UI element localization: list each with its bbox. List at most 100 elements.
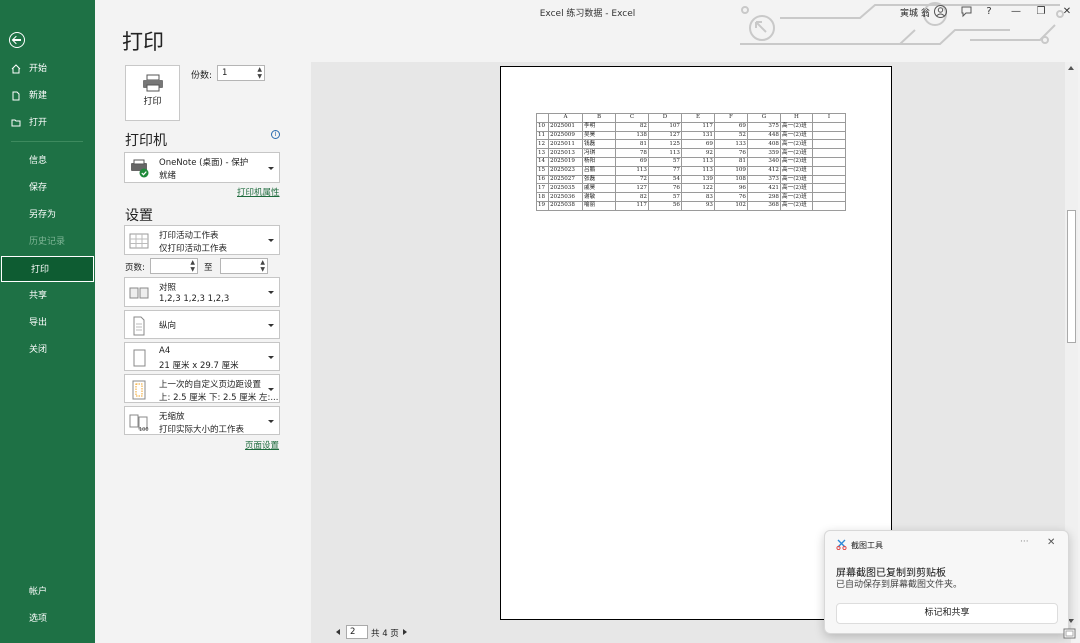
- print-button[interactable]: 打印: [125, 65, 180, 121]
- table-cell: 93: [681, 200, 715, 211]
- prev-page-icon[interactable]: [336, 629, 340, 635]
- table-cell: 19: [536, 200, 549, 211]
- page-setup-link[interactable]: 页面设置: [245, 439, 279, 451]
- nav-save[interactable]: 保存: [0, 175, 95, 201]
- margins-desc: 上: 2.5 厘米 下: 2.5 厘米 左:...: [159, 393, 279, 403]
- table-cell: 15: [536, 165, 549, 176]
- chevron-down-icon: [268, 167, 274, 170]
- orientation-select[interactable]: 纵向: [124, 310, 280, 339]
- table-cell: [812, 192, 846, 202]
- print-what-title: 打印活动工作表: [159, 231, 219, 241]
- nav-account[interactable]: 帐户: [0, 579, 95, 605]
- pages-to-input[interactable]: ▲ ▼: [220, 258, 268, 274]
- table-cell: 83: [681, 192, 715, 202]
- more-options-icon[interactable]: ···: [1020, 537, 1029, 547]
- paper-size-select[interactable]: A4 21 厘米 x 29.7 厘米: [124, 342, 280, 371]
- back-arrow-icon[interactable]: [9, 32, 25, 48]
- info-icon[interactable]: i: [271, 130, 280, 139]
- account-avatar-icon[interactable]: [934, 5, 947, 18]
- collate-desc: 1,2,3 1,2,3 1,2,3: [159, 294, 230, 304]
- table-cell: [812, 165, 846, 176]
- table-cell: [812, 121, 846, 132]
- scaling-select[interactable]: 100 无缩放 打印实际大小的工作表: [124, 406, 280, 435]
- print-what-select[interactable]: 打印活动工作表 仅打印活动工作表: [124, 225, 280, 255]
- preview-sheet-table: ABCDEFGHI 10 2025001 李明 82 107 117 69 375 高一(2)班…: [536, 113, 846, 211]
- table-cell: 杨阳: [582, 156, 616, 167]
- minimize-button[interactable]: —: [1008, 4, 1024, 20]
- nav-options[interactable]: 选项: [0, 606, 95, 632]
- print-what-desc: 仅打印活动工作表: [159, 244, 228, 254]
- table-cell: 2025038: [548, 200, 583, 211]
- table-cell: 高一(2)班: [780, 200, 813, 211]
- toast-close-icon[interactable]: ✕: [1047, 537, 1055, 548]
- column-header: [536, 113, 549, 123]
- table-cell: 122: [681, 183, 715, 194]
- user-name[interactable]: 寅城 翁: [900, 6, 930, 19]
- nav-home[interactable]: 开始: [0, 56, 95, 82]
- table-cell: 92: [681, 148, 715, 158]
- table-cell: [812, 156, 846, 167]
- scroll-thumb[interactable]: [1067, 210, 1076, 343]
- nav-label: 新建: [29, 91, 48, 101]
- collate-icon: [129, 287, 149, 299]
- current-page-input[interactable]: 2: [346, 625, 368, 639]
- spin-arrows-icon[interactable]: ▲ ▼: [257, 66, 262, 80]
- portrait-page-icon: [133, 316, 145, 336]
- nav-print[interactable]: 打印: [1, 256, 94, 282]
- printer-heading: 打印机: [125, 133, 167, 149]
- table-row: 15 2025023 吕鹏 113 77 113 109 412 高一(2)班: [536, 165, 846, 176]
- feedback-icon[interactable]: [960, 5, 973, 18]
- table-cell: 77: [648, 165, 682, 176]
- printer-properties-link[interactable]: 打印机属性: [237, 186, 280, 198]
- copies-input[interactable]: 1 ▲ ▼: [217, 65, 265, 81]
- nav-close[interactable]: 关闭: [0, 337, 95, 363]
- snipping-tool-toast[interactable]: 截图工具 ··· ✕ 屏幕截图已复制到剪贴板 已自动保存到屏幕截图文件夹。 标记…: [824, 530, 1069, 634]
- table-cell: 10: [536, 121, 549, 132]
- margins-select[interactable]: 上一次的自定义页边距设置 上: 2.5 厘米 下: 2.5 厘米 左:...: [124, 374, 280, 403]
- next-page-icon[interactable]: [403, 629, 407, 635]
- table-cell: 16: [536, 174, 549, 185]
- markup-share-button[interactable]: 标记和共享: [836, 603, 1058, 624]
- close-window-button[interactable]: ✕: [1059, 4, 1075, 20]
- chevron-down-icon: [268, 324, 274, 327]
- table-cell: 2025013: [548, 148, 583, 158]
- table-cell: 2025035: [548, 183, 583, 194]
- column-header: H: [780, 113, 813, 123]
- nav-export[interactable]: 导出: [0, 310, 95, 336]
- table-cell: 108: [714, 174, 748, 185]
- nav-label: 保存: [29, 183, 48, 193]
- nav-info[interactable]: 信息: [0, 148, 95, 174]
- nav-new[interactable]: 新建: [0, 83, 95, 109]
- pages-to-label: 至: [204, 263, 213, 273]
- spin-arrows-icon[interactable]: ▲ ▼: [260, 259, 265, 273]
- table-cell: 359: [747, 148, 781, 158]
- collate-title: 对照: [159, 283, 177, 293]
- table-cell: 298: [747, 192, 781, 202]
- table-row: 11 2025009 吴昊 138 127 131 52 448 高一(2)班: [536, 130, 846, 141]
- table-cell: 113: [681, 165, 715, 176]
- printer-select[interactable]: OneNote (桌面) - 保护 就绪: [124, 152, 280, 183]
- nav-save-as[interactable]: 另存为: [0, 202, 95, 228]
- table-cell: 127: [615, 183, 649, 194]
- table-cell: [812, 148, 846, 158]
- scroll-up-icon[interactable]: [1068, 66, 1074, 70]
- nav-share[interactable]: 共享: [0, 283, 95, 309]
- sheet-body: 10 2025001 李明 82 107 117 69 375 高一(2)班 11 2025009 吴…: [536, 121, 846, 211]
- spin-arrows-icon[interactable]: ▲ ▼: [190, 259, 195, 273]
- collate-select[interactable]: 对照 1,2,3 1,2,3 1,2,3: [124, 277, 280, 307]
- table-cell: 高一(2)班: [780, 174, 813, 185]
- zoom-to-page-icon[interactable]: [1063, 628, 1076, 639]
- table-cell: [812, 183, 846, 194]
- nav-open[interactable]: 打开: [0, 110, 95, 136]
- table-cell: 82: [615, 121, 649, 132]
- pages-from-input[interactable]: ▲ ▼: [150, 258, 198, 274]
- table-cell: 109: [714, 165, 748, 176]
- table-row: 12 2025011 钱磊 81 125 69 133 408 高一(2)班: [536, 139, 846, 150]
- table-cell: 14: [536, 156, 549, 167]
- nav-label: 信息: [29, 156, 48, 166]
- chevron-down-icon: [268, 239, 274, 242]
- table-cell: 高一(2)班: [780, 148, 813, 158]
- restore-button[interactable]: ❐: [1033, 4, 1049, 20]
- table-cell: 131: [681, 130, 715, 141]
- help-button[interactable]: ?: [981, 4, 997, 20]
